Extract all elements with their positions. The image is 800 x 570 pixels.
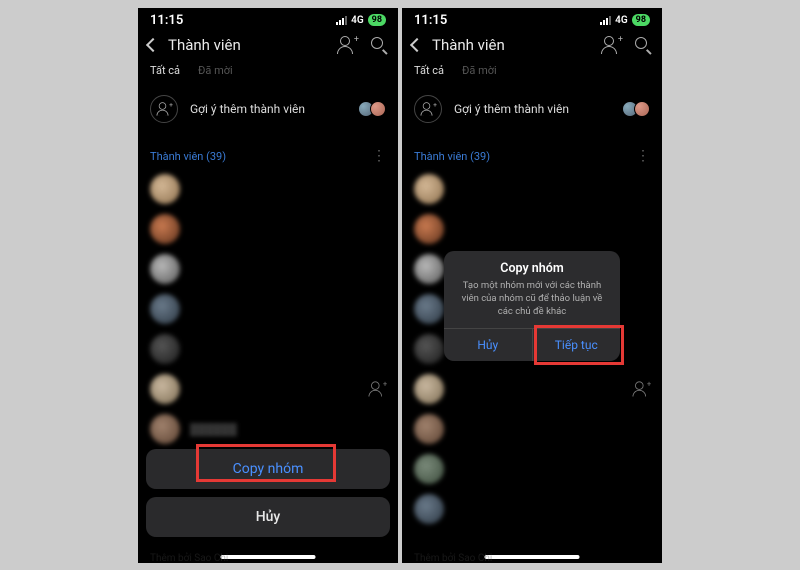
member-name: ██████ — [190, 423, 237, 436]
suggest-label: Gợi ý thêm thành viên — [190, 102, 346, 116]
footer-hint: Thêm bởi Sao Chi — [414, 553, 492, 563]
add-member-icon[interactable]: + — [338, 36, 356, 54]
page-title: Thành viên — [432, 36, 592, 54]
avatar — [414, 374, 444, 404]
signal-icon — [336, 16, 347, 25]
network-label: 4G — [351, 15, 364, 26]
suggest-members-row[interactable]: + Gợi ý thêm thành viên — [138, 85, 398, 139]
copy-group-dialog: Copy nhóm Tạo một nhóm mới với các thành… — [444, 251, 620, 361]
phone-screen-right: 11:15 4G 98 Thành viên + Tất cả Đã mời +… — [402, 8, 662, 563]
members-section-header: Thành viên (39) ⋮ — [138, 139, 398, 169]
suggest-icon: + — [414, 95, 442, 123]
search-icon[interactable] — [370, 36, 388, 54]
list-item[interactable] — [150, 209, 386, 249]
avatar — [414, 454, 444, 484]
list-item[interactable] — [414, 169, 650, 209]
status-bar: 11:15 4G 98 — [138, 8, 398, 30]
status-right: 4G 98 — [336, 14, 386, 26]
network-label: 4G — [615, 15, 628, 26]
suggest-icon: + — [150, 95, 178, 123]
avatar — [150, 334, 180, 364]
status-time: 11:15 — [150, 13, 183, 28]
members-count-label: Thành viên (39) — [150, 150, 226, 163]
add-friend-icon[interactable]: + — [369, 381, 384, 396]
avatar — [150, 414, 180, 444]
suggest-avatars — [358, 101, 386, 117]
suggest-avatars — [622, 101, 650, 117]
list-item[interactable] — [414, 449, 650, 489]
footer-hint: Thêm bởi Sao Chi — [150, 553, 228, 563]
dialog-title: Copy nhóm — [444, 251, 620, 280]
battery-badge: 98 — [368, 14, 386, 26]
home-indicator[interactable] — [485, 555, 580, 559]
more-icon[interactable]: ⋮ — [636, 149, 650, 163]
avatar — [414, 174, 444, 204]
header: Thành viên + — [402, 30, 662, 64]
search-icon[interactable] — [634, 36, 652, 54]
phone-screen-left: 11:15 4G 98 Thành viên + Tất cả Đã mời +… — [138, 8, 398, 563]
list-item[interactable] — [150, 249, 386, 289]
avatar — [150, 214, 180, 244]
home-indicator[interactable] — [221, 555, 316, 559]
more-icon[interactable]: ⋮ — [372, 149, 386, 163]
member-list: + ██████ — [138, 169, 398, 449]
tabs: Tất cả Đã mời — [138, 64, 398, 85]
avatar — [634, 101, 650, 117]
avatar — [150, 254, 180, 284]
list-item[interactable] — [150, 329, 386, 369]
list-item[interactable]: + — [414, 369, 650, 409]
list-item[interactable] — [150, 289, 386, 329]
avatar — [414, 334, 444, 364]
avatar — [414, 294, 444, 324]
avatar — [370, 101, 386, 117]
list-item[interactable]: ██████ — [150, 409, 386, 449]
bottom-action-sheet: Copy nhóm Hủy — [146, 449, 390, 545]
dialog-cancel-button[interactable]: Hủy — [444, 329, 532, 361]
members-section-header: Thành viên (39) ⋮ — [402, 139, 662, 169]
tab-invited[interactable]: Đã mời — [198, 64, 233, 77]
back-icon[interactable] — [410, 38, 424, 52]
suggest-label: Gợi ý thêm thành viên — [454, 102, 610, 116]
avatar — [414, 254, 444, 284]
tab-all[interactable]: Tất cả — [414, 64, 444, 77]
tab-invited[interactable]: Đã mời — [462, 64, 497, 77]
avatar — [414, 414, 444, 444]
list-item[interactable] — [150, 169, 386, 209]
status-time: 11:15 — [414, 13, 447, 28]
avatar — [414, 214, 444, 244]
dialog-actions: Hủy Tiếp tục — [444, 328, 620, 361]
tab-all[interactable]: Tất cả — [150, 64, 180, 77]
list-item[interactable] — [414, 489, 650, 529]
page-title: Thành viên — [168, 36, 328, 54]
avatar — [414, 494, 444, 524]
members-count-label: Thành viên (39) — [414, 150, 490, 163]
list-item[interactable]: + — [150, 369, 386, 409]
dialog-continue-button[interactable]: Tiếp tục — [532, 329, 621, 361]
status-right: 4G 98 — [600, 14, 650, 26]
tabs: Tất cả Đã mời — [402, 64, 662, 85]
status-bar: 11:15 4G 98 — [402, 8, 662, 30]
add-member-icon[interactable]: + — [602, 36, 620, 54]
add-friend-icon[interactable]: + — [633, 381, 648, 396]
dialog-description: Tạo một nhóm mới với các thành viên của … — [444, 280, 620, 328]
signal-icon — [600, 16, 611, 25]
list-item[interactable] — [414, 209, 650, 249]
list-item[interactable] — [414, 409, 650, 449]
cancel-button[interactable]: Hủy — [146, 497, 390, 537]
battery-badge: 98 — [632, 14, 650, 26]
avatar — [150, 174, 180, 204]
back-icon[interactable] — [146, 38, 160, 52]
avatar — [150, 374, 180, 404]
copy-group-button[interactable]: Copy nhóm — [146, 449, 390, 489]
suggest-members-row[interactable]: + Gợi ý thêm thành viên — [402, 85, 662, 139]
header: Thành viên + — [138, 30, 398, 64]
avatar — [150, 294, 180, 324]
